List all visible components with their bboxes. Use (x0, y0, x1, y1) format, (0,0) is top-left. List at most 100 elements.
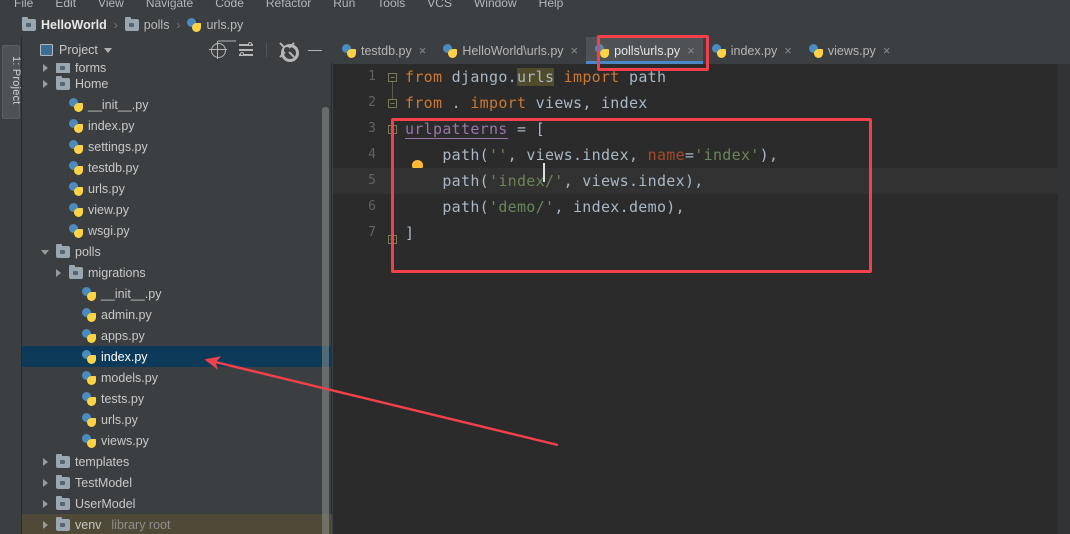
tree-item-testmodel[interactable]: TestModel (22, 472, 332, 493)
code-line[interactable]: urlpatterns = [ (403, 116, 1070, 142)
fold-gutter[interactable]: − − − − (385, 64, 403, 534)
tree-item-label: venv (75, 517, 102, 532)
chevron-right-icon[interactable] (54, 268, 64, 278)
tree-item-usermodel[interactable]: UserModel (22, 493, 332, 514)
code-line[interactable]: path('index/', views.index), (403, 168, 1070, 194)
menu-item-refactor[interactable]: Refactor (266, 0, 311, 12)
header-divider (266, 43, 267, 57)
gear-icon[interactable] (276, 39, 299, 62)
tree-item-label: TestModel (75, 475, 132, 490)
project-panel-header: Project (22, 37, 332, 63)
editor-tab-helloworld-urls-py[interactable]: HelloWorld\urls.py × (434, 37, 586, 64)
menu-item-window[interactable]: Window (474, 0, 517, 12)
editor-tab-views-py[interactable]: views.py × (800, 37, 899, 64)
menu-item-edit[interactable]: Edit (55, 0, 76, 12)
tree-item-apps-py[interactable]: apps.py (22, 325, 332, 346)
tree-item-index-py[interactable]: index.py (22, 346, 332, 367)
code-line[interactable]: path('demo/', index.demo), (403, 194, 1070, 220)
editor-tab-label: views.py (827, 43, 876, 58)
tree-item-urls-py[interactable]: urls.py (22, 409, 332, 430)
tree-item-home[interactable]: Home (22, 73, 332, 94)
menu-item-tools[interactable]: Tools (377, 0, 405, 12)
tree-item-view-py[interactable]: view.py (22, 199, 332, 220)
breadcrumb-item-polls[interactable]: polls (124, 17, 169, 32)
editor-tab-index-py[interactable]: index.py × (703, 37, 800, 64)
fold-marker[interactable]: − (388, 125, 397, 134)
chevron-right-icon[interactable] (41, 499, 51, 509)
code-line[interactable]: from django.urls import path (403, 64, 1070, 90)
menu-item-navigate[interactable]: Navigate (146, 0, 193, 12)
close-icon[interactable]: × (687, 44, 695, 57)
chevron-right-icon[interactable] (41, 457, 51, 467)
tree-item-venv[interactable]: venv library root (22, 514, 332, 534)
locate-icon[interactable] (207, 39, 229, 61)
editor-marker-strip[interactable] (1058, 64, 1070, 534)
close-icon[interactable]: × (419, 44, 427, 57)
python-file-icon (69, 139, 83, 154)
tree-item-templates[interactable]: templates (22, 451, 332, 472)
folder-icon (56, 495, 70, 510)
close-icon[interactable]: × (784, 44, 792, 57)
tree-item-urls-py[interactable]: urls.py (22, 178, 332, 199)
close-icon[interactable]: × (571, 44, 579, 57)
code-line[interactable]: ] (403, 220, 1070, 246)
project-tree[interactable]: forms Home __init__.py index.py settings.py t… (22, 63, 332, 534)
folder-icon (56, 474, 70, 489)
tree-item-label: models.py (101, 370, 158, 385)
minimize-icon[interactable] (304, 39, 326, 61)
line-number: 5 (368, 173, 376, 188)
folder-icon (69, 264, 83, 279)
tree-item-views-py[interactable]: views.py (22, 430, 332, 451)
code-content[interactable]: from django.urls import path from . impor… (403, 64, 1070, 534)
tree-item-admin-py[interactable]: admin.py (22, 304, 332, 325)
chevron-right-icon[interactable] (41, 79, 51, 89)
tree-item-forms[interactable]: forms (22, 63, 332, 73)
chevron-right-icon[interactable] (41, 63, 51, 73)
tree-item-migrations[interactable]: migrations (22, 262, 332, 283)
tree-item-wsgi-py[interactable]: wsgi.py (22, 220, 332, 241)
chevron-right-icon[interactable] (41, 478, 51, 488)
menu-item-help[interactable]: Help (539, 0, 564, 12)
fold-marker[interactable]: − (388, 73, 397, 82)
tree-item-label: index.py (88, 118, 135, 133)
fold-marker[interactable]: − (388, 235, 397, 244)
editor-tab-polls-urls-py[interactable]: polls\urls.py × (586, 37, 703, 64)
editor-tab-testdb-py[interactable]: testdb.py × (333, 37, 434, 64)
folder-icon (56, 75, 70, 90)
tree-item-tests-py[interactable]: tests.py (22, 388, 332, 409)
collapse-all-icon[interactable] (235, 39, 257, 61)
fold-marker[interactable]: − (388, 99, 397, 108)
menu-item-view[interactable]: View (98, 0, 124, 12)
breadcrumb-item-file[interactable]: urls.py (187, 18, 243, 32)
code-line[interactable]: from . import views, index (403, 90, 1070, 116)
editor-tab-label: index.py (730, 43, 778, 58)
tree-item-label: __init__.py (88, 97, 149, 112)
tree-item-models-py[interactable]: models.py (22, 367, 332, 388)
tree-item-polls[interactable]: polls (22, 241, 332, 262)
tree-item--init-py[interactable]: __init__.py (22, 94, 332, 115)
chevron-down-icon[interactable] (41, 247, 51, 257)
tree-item-testdb-py[interactable]: testdb.py (22, 157, 332, 178)
tree-item--init-py[interactable]: __init__.py (22, 283, 332, 304)
menu-item-run[interactable]: Run (333, 0, 355, 12)
tool-window-button-project[interactable]: 1: Project (2, 45, 22, 119)
menu-item-file[interactable]: File (14, 0, 33, 12)
menu-item-vcs[interactable]: VCS (427, 0, 452, 12)
breadcrumb-item-project[interactable]: HelloWorld (22, 17, 107, 32)
tree-item-label: forms (75, 63, 107, 73)
panel-title: Project (59, 43, 98, 57)
tree-item-index-py[interactable]: index.py (22, 115, 332, 136)
python-file-icon (69, 97, 83, 112)
menu-item-code[interactable]: Code (215, 0, 244, 12)
chevron-right-icon[interactable] (41, 520, 51, 530)
close-icon[interactable]: × (883, 44, 891, 57)
project-tree-scrollbar[interactable] (322, 107, 329, 534)
tree-item-settings-py[interactable]: settings.py (22, 136, 332, 157)
breadcrumb-label: HelloWorld (41, 18, 107, 32)
code-line[interactable]: path('', views.index, name='index'), (403, 142, 1070, 168)
tree-item-label: urls.py (101, 412, 138, 427)
python-file-icon (82, 433, 96, 448)
chevron-down-icon[interactable] (103, 47, 112, 53)
code-editor[interactable]: 1 2 3 4 5 6 7 − − − − from django.urls import … (333, 64, 1070, 534)
